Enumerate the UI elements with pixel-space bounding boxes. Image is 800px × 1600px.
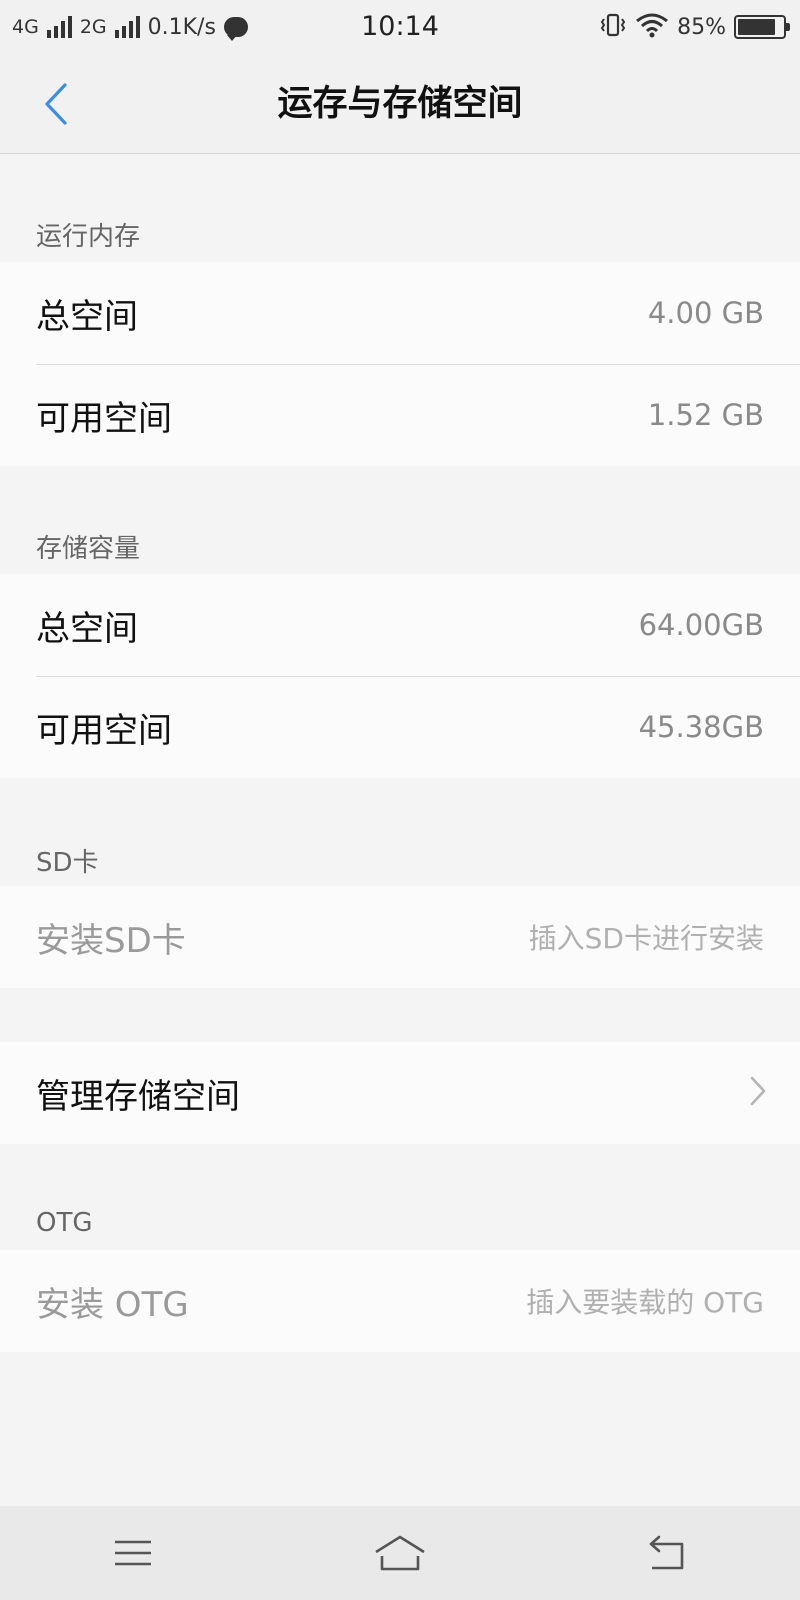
install-otg-row[interactable]: 安装 OTG 插入要装载的 OTG [0,1250,800,1352]
vibrate-icon [599,12,627,42]
status-right: 85% [599,12,790,42]
back-nav-button[interactable] [622,1518,712,1588]
network-speed: 0.1K/s [147,14,216,40]
network-type-2: 2G [79,16,107,38]
ram-group: 总空间 4.00 GB 可用空间 1.52 GB [0,262,800,466]
wifi-icon [635,12,669,42]
install-sd-label: 安装SD卡 [36,920,186,961]
section-label-sd: SD卡 [36,848,99,878]
install-sd-hint: 插入SD卡进行安装 [528,922,764,955]
screen: 4G 2G 0.1K/s 10:14 85% 运存与存储空间 运行内存 总空间 … [0,0,800,1600]
battery-icon [734,15,790,39]
sd-group: 安装SD卡 插入SD卡进行安装 [0,886,800,988]
back-icon [649,1535,683,1570]
storage-free-row: 可用空间 45.38GB [0,676,800,778]
storage-free-value: 45.38GB [638,710,764,744]
ram-total-row: 总空间 4.00 GB [0,262,800,364]
section-label-ram: 运行内存 [36,222,141,252]
status-left: 4G 2G 0.1K/s [12,14,248,41]
otg-group: 安装 OTG 插入要装载的 OTG [0,1250,800,1352]
section-label-storage: 存储容量 [36,534,141,564]
storage-total-label: 总空间 [36,608,138,649]
manage-storage-row[interactable]: 管理存储空间 [0,1042,800,1144]
network-type-1: 4G [12,16,39,38]
storage-free-label: 可用空间 [36,710,172,751]
menu-icon [115,1540,152,1566]
chat-bubble-icon [223,17,248,41]
battery-percent: 85% [677,14,726,40]
header: 运存与存储空间 [0,54,800,154]
signal-icon [46,16,72,38]
signal-icon-2 [114,16,140,38]
section-label-otg: OTG [36,1208,93,1238]
ram-free-label: 可用空间 [36,398,172,439]
ram-free-row: 可用空间 1.52 GB [0,364,800,466]
install-otg-label: 安装 OTG [36,1284,189,1325]
nav-bar [0,1506,800,1600]
ram-total-value: 4.00 GB [647,296,764,330]
ram-total-label: 总空间 [36,296,138,337]
storage-total-row: 总空间 64.00GB [0,574,800,676]
ram-free-value: 1.52 GB [647,398,764,432]
menu-button[interactable] [88,1518,178,1588]
storage-total-value: 64.00GB [638,608,764,642]
install-otg-hint: 插入要装载的 OTG [526,1286,764,1319]
storage-group: 总空间 64.00GB 可用空间 45.38GB [0,574,800,778]
home-icon [375,1535,425,1571]
status-bar: 4G 2G 0.1K/s 10:14 85% [0,0,800,54]
home-button[interactable] [355,1518,445,1588]
manage-group: 管理存储空间 [0,1042,800,1144]
install-sd-row[interactable]: 安装SD卡 插入SD卡进行安装 [0,886,800,988]
battery-fill [738,19,776,35]
page-title: 运存与存储空间 [277,84,523,124]
manage-storage-label: 管理存储空间 [36,1076,240,1117]
chevron-right-icon [748,1075,768,1111]
